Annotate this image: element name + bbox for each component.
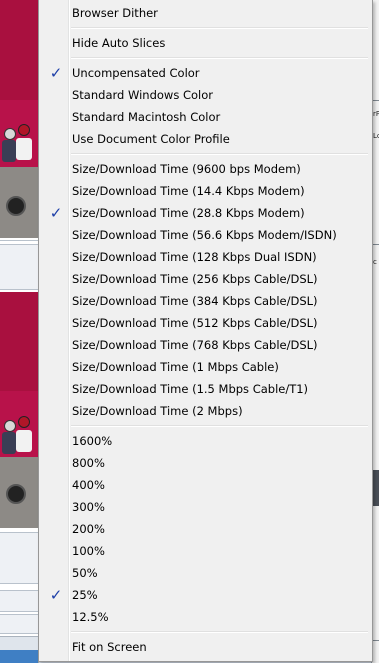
menu-item-standard-macintosh-color[interactable]: Standard Macintosh Color (41, 106, 370, 128)
menu-item-label: Size/Download Time (9600 bps Modem) (72, 162, 301, 176)
menu-item-label: Size/Download Time (28.8 Kbps Modem) (72, 206, 305, 220)
menu-item-size-download-time-56-6-kbps-modem-isdn[interactable]: Size/Download Time (56.6 Kbps Modem/ISDN… (41, 224, 370, 246)
menu-item-label: 800% (72, 456, 105, 470)
menu-item-25[interactable]: ✓ 25% (41, 584, 370, 606)
menu-item-label: 50% (72, 566, 98, 580)
menu-separator (71, 425, 368, 427)
menu-separator (71, 27, 368, 29)
menu-separator (71, 57, 368, 59)
menu-item-standard-windows-color[interactable]: Standard Windows Color (41, 84, 370, 106)
menu-item-size-download-time-1-mbps-cable[interactable]: Size/Download Time (1 Mbps Cable) (41, 356, 370, 378)
menu-item-800[interactable]: 800% (41, 452, 370, 474)
menu-item-label: 200% (72, 522, 105, 536)
menu-item-size-download-time-256-kbps-cable-dsl[interactable]: Size/Download Time (256 Kbps Cable/DSL) (41, 268, 370, 290)
menu-item-label: 12.5% (72, 610, 109, 624)
menu-item-400[interactable]: 400% (41, 474, 370, 496)
right-fragment-3: c (373, 258, 377, 266)
menu-item-size-download-time-9600-bps-modem[interactable]: Size/Download Time (9600 bps Modem) (41, 158, 370, 180)
menu-item-size-download-time-14-4-kbps-modem[interactable]: Size/Download Time (14.4 Kbps Modem) (41, 180, 370, 202)
menu-item-fit-on-screen[interactable]: Fit on Screen (41, 636, 370, 658)
menu-item-label: Size/Download Time (14.4 Kbps Modem) (72, 184, 305, 198)
preview-info-panel (0, 244, 38, 290)
menu-item-uncompensated-color[interactable]: ✓ Uncompensated Color (41, 62, 370, 84)
menu-item-300[interactable]: 300% (41, 496, 370, 518)
menu-item-50[interactable]: 50% (41, 562, 370, 584)
menu-item-size-download-time-768-kbps-cable-dsl[interactable]: Size/Download Time (768 Kbps Cable/DSL) (41, 334, 370, 356)
menu-item-12-5[interactable]: 12.5% (41, 606, 370, 628)
menu-item-size-download-time-1-5-mbps-cable-t1[interactable]: Size/Download Time (1.5 Mbps Cable/T1) (41, 378, 370, 400)
background-window-left (0, 0, 39, 663)
menu-separator (71, 631, 368, 633)
menu-item-use-document-color-profile[interactable]: Use Document Color Profile (41, 128, 370, 150)
menu-item-label: Size/Download Time (512 Kbps Cable/DSL) (72, 316, 318, 330)
menu-item-size-download-time-512-kbps-cable-dsl[interactable]: Size/Download Time (512 Kbps Cable/DSL) (41, 312, 370, 334)
menu-item-label: Size/Download Time (384 Kbps Cable/DSL) (72, 294, 318, 308)
menu-item-label: Size/Download Time (1 Mbps Cable) (72, 360, 279, 374)
menu-item-label: Standard Windows Color (72, 88, 213, 102)
menu-item-1600[interactable]: 1600% (41, 430, 370, 452)
preview-info-panel-2 (0, 532, 38, 584)
checkmark-icon: ✓ (49, 64, 63, 82)
menu-item-200[interactable]: 200% (41, 518, 370, 540)
right-fragment-2: Lc (373, 132, 379, 140)
menu-item-label: Size/Download Time (2 Mbps) (72, 404, 243, 418)
menu-item-label: 25% (72, 588, 98, 602)
menu-separator (71, 153, 368, 155)
menu-item-size-download-time-128-kbps-dual-isdn[interactable]: Size/Download Time (128 Kbps Dual ISDN) (41, 246, 370, 268)
menu-item-label: Standard Macintosh Color (72, 110, 221, 124)
checkmark-icon: ✓ (49, 204, 63, 222)
right-fragment-1: rP (373, 110, 379, 118)
menu-item-label: 400% (72, 478, 105, 492)
menu-item-label: 100% (72, 544, 105, 558)
menu-item-label: Size/Download Time (256 Kbps Cable/DSL) (72, 272, 318, 286)
menu-item-label: Use Document Color Profile (72, 132, 230, 146)
menu-item-size-download-time-28-8-kbps-modem[interactable]: ✓ Size/Download Time (28.8 Kbps Modem) (41, 202, 370, 224)
status-field (0, 590, 38, 612)
menu-item-label: Browser Dither (72, 6, 158, 20)
preview-context-menu: Browser Dither Hide Auto Slices ✓ Uncompens… (38, 0, 373, 662)
taskbar-strip (0, 650, 38, 663)
menu-item-label: Size/Download Time (768 Kbps Cable/DSL) (72, 338, 318, 352)
menu-item-size-download-time-384-kbps-cable-dsl[interactable]: Size/Download Time (384 Kbps Cable/DSL) (41, 290, 370, 312)
image-preview-top (0, 0, 38, 238)
menu-item-100[interactable]: 100% (41, 540, 370, 562)
menu-item-size-download-time-2-mbps[interactable]: Size/Download Time (2 Mbps) (41, 400, 370, 422)
menu-item-label: Size/Download Time (56.6 Kbps Modem/ISDN… (72, 228, 337, 242)
menu-item-label: 300% (72, 500, 105, 514)
menu-item-label: 1600% (72, 434, 113, 448)
menu-item-hide-auto-slices[interactable]: Hide Auto Slices (41, 32, 370, 54)
menu-item-label: Size/Download Time (128 Kbps Dual ISDN) (72, 250, 317, 264)
menu-item-label: Hide Auto Slices (72, 36, 166, 50)
status-field-2 (0, 614, 38, 634)
menu-item-label: Size/Download Time (1.5 Mbps Cable/T1) (72, 382, 309, 396)
menu-item-label: Uncompensated Color (72, 66, 200, 80)
image-preview-bottom (0, 292, 38, 528)
menu-item-label: Fit on Screen (72, 640, 147, 654)
checkmark-icon: ✓ (49, 586, 63, 604)
menu-item-browser-dither[interactable]: Browser Dither (41, 2, 370, 24)
